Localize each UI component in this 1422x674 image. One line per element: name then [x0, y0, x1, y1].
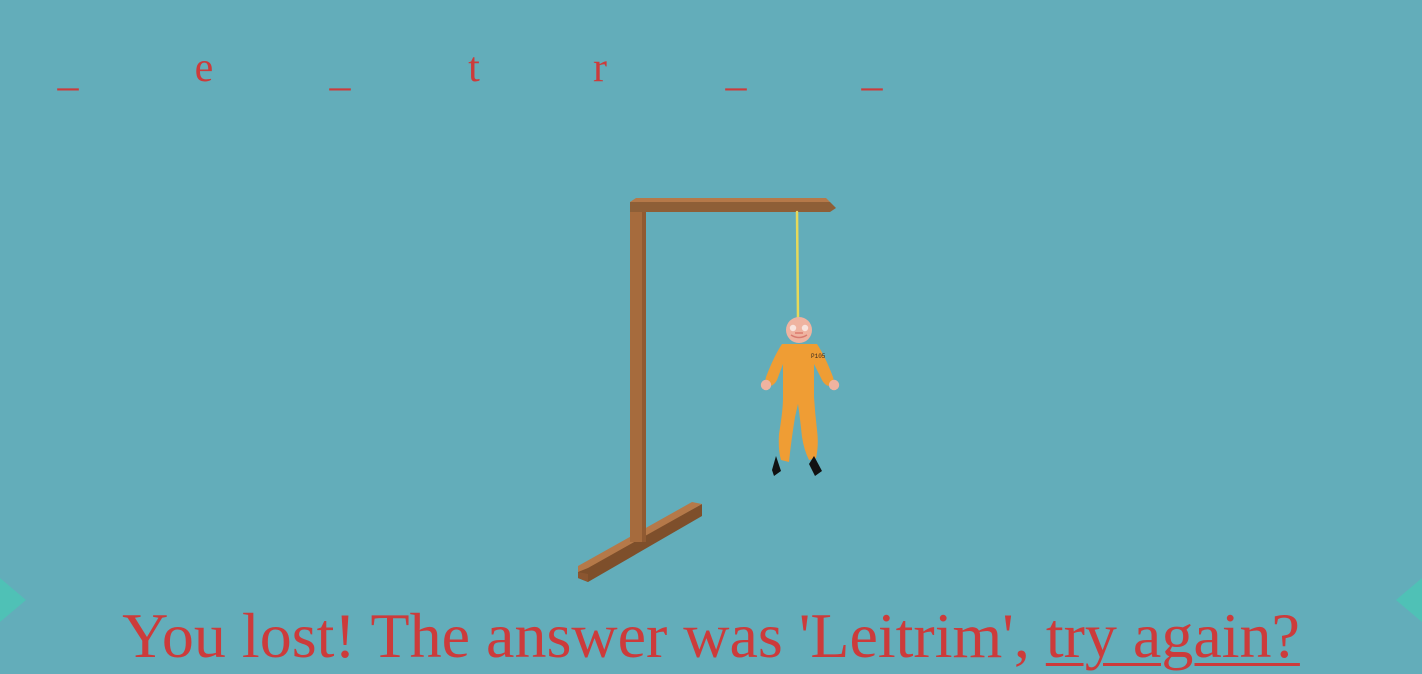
letter-slot-7: _: [861, 49, 883, 95]
word-slots: _ e _ t r _ _: [0, 44, 1000, 104]
result-message: You lost! The answer was 'Leitrim',: [122, 600, 1046, 671]
letter-slot-1: _: [57, 49, 79, 95]
gallows-icon: P105: [578, 198, 840, 582]
letter-slot-3: _: [329, 49, 351, 95]
letter-slot-2: e: [194, 45, 214, 91]
try-again-link[interactable]: try again?: [1046, 600, 1300, 671]
letter-slot-5: r: [593, 45, 607, 91]
prisoner-badge-text: P105: [811, 353, 826, 360]
gallows-scene: P105: [560, 190, 880, 600]
result-message-line: You lost! The answer was 'Leitrim', try …: [0, 598, 1422, 674]
letter-slot-4: t: [468, 45, 480, 91]
letter-slot-6: _: [725, 49, 747, 95]
hanged-prisoner-icon: P105: [760, 317, 840, 476]
